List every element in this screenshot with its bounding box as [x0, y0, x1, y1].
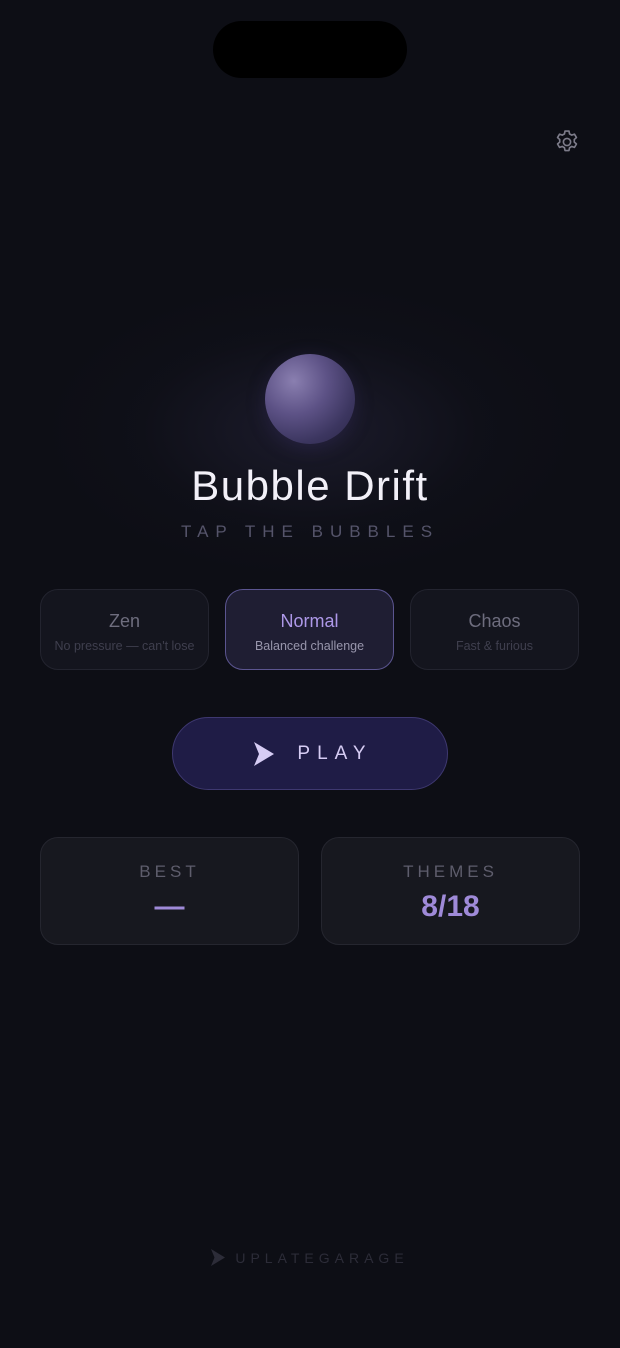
mode-card-chaos[interactable]: Chaos Fast & furious [410, 589, 579, 670]
play-label: PLAY [297, 742, 373, 764]
app-title: Bubble Drift [191, 462, 429, 509]
mode-name: Chaos [468, 611, 521, 631]
bubble-orb [265, 354, 355, 444]
mode-name: Normal [280, 611, 339, 631]
mode-name: Zen [108, 611, 141, 631]
best-score-card: BEST — [40, 837, 299, 945]
brand-name: UPLATEGARAGE [235, 1249, 409, 1266]
footer-brand: UPLATEGARAGE [0, 1249, 620, 1266]
themes-value: 8/18 [421, 890, 480, 923]
best-value: — [154, 890, 185, 923]
mode-description: Balanced challenge [254, 639, 365, 653]
mode-description: Fast & furious [455, 639, 534, 653]
themes-card[interactable]: THEMES 8/18 [321, 837, 580, 945]
mode-description: No pressure — can't lose [54, 639, 195, 653]
app-subtitle: TAP THE BUBBLES [180, 522, 440, 541]
gear-icon [556, 130, 578, 152]
play-arrow-icon [254, 741, 275, 766]
mode-card-normal[interactable]: Normal Balanced challenge [225, 589, 394, 670]
best-label: BEST [139, 862, 200, 881]
play-arrow-icon [211, 1249, 226, 1266]
dynamic-island [213, 21, 407, 78]
mode-card-zen[interactable]: Zen No pressure — can't lose [40, 589, 209, 670]
play-button[interactable]: PLAY [172, 717, 448, 790]
themes-label: THEMES [403, 862, 498, 881]
settings-button[interactable] [549, 124, 585, 160]
